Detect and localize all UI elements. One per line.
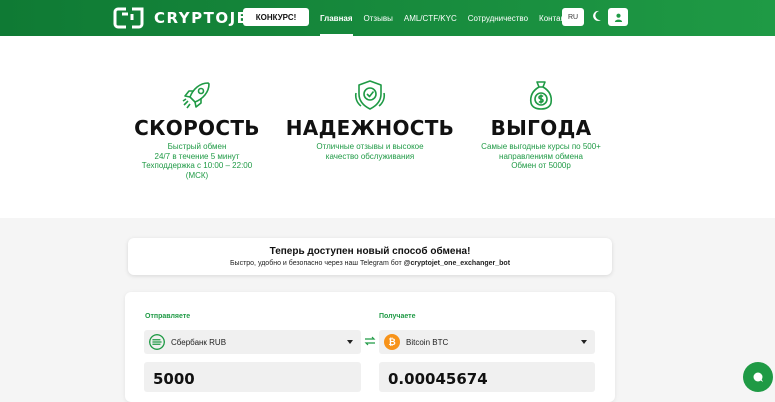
logo-mark-icon bbox=[113, 7, 144, 29]
chevron-down-icon bbox=[581, 340, 587, 344]
shield-check-icon bbox=[354, 80, 386, 110]
send-amount-input[interactable]: 5000 bbox=[144, 362, 361, 392]
nav-item-aml[interactable]: AML/CTF/KYC bbox=[404, 0, 457, 36]
money-bag-icon bbox=[529, 81, 553, 110]
chat-icon bbox=[753, 372, 763, 382]
nav-item-home[interactable]: Главная bbox=[320, 0, 353, 36]
top-navbar: CRYPTOJET КОНКУРС! Главная Отзывы AML/CT… bbox=[0, 0, 775, 36]
banner-title: Теперь доступен новый способ обмена! bbox=[269, 246, 471, 257]
feature-title: СКОРОСТЬ bbox=[134, 116, 260, 140]
banner-subtitle: Быстро, удобно и безопасно через наш Tel… bbox=[128, 260, 612, 267]
nav-item-reviews[interactable]: Отзывы bbox=[364, 0, 393, 36]
nav-item-partnership[interactable]: Сотрудничество bbox=[468, 0, 528, 36]
receive-label: Получаете bbox=[379, 313, 416, 320]
feature-profit: ВЫГОДА Самые выгодные курсы по 500+ напр… bbox=[466, 78, 616, 171]
send-label: Отправляете bbox=[145, 313, 191, 320]
telegram-bot-link[interactable]: @cryptojet_one_exchanger_bot bbox=[404, 260, 510, 267]
feature-speed: СКОРОСТЬ Быстрый обмен 24/7 в течение 5 … bbox=[122, 78, 272, 180]
moon-icon[interactable] bbox=[592, 10, 602, 22]
rocket-icon bbox=[182, 82, 210, 109]
bitcoin-icon: ₿ bbox=[384, 334, 400, 350]
language-selector[interactable]: RU bbox=[562, 8, 584, 26]
feature-description: Самые выгодные курсы по 500+ направления… bbox=[481, 142, 601, 170]
receive-currency-select[interactable]: ₿ Bitcoin BTC bbox=[379, 330, 595, 354]
feature-title: НАДЕЖНОСТЬ bbox=[285, 116, 455, 140]
feature-description: Отличные отзывы и высокое качество обслу… bbox=[316, 142, 424, 161]
feature-reliability: НАДЕЖНОСТЬ Отличные отзывы и высокое кач… bbox=[285, 78, 455, 161]
feature-description: Быстрый обмен 24/7 в течение 5 минут Тех… bbox=[141, 142, 253, 180]
sberbank-icon bbox=[149, 334, 165, 350]
banner-subtitle-text: Быстро, удобно и безопасно через наш Tel… bbox=[229, 260, 404, 267]
main-nav: Главная Отзывы AML/CTF/KYC Сотрудничеств… bbox=[320, 0, 585, 36]
swap-icon[interactable] bbox=[364, 336, 376, 346]
contest-button[interactable]: КОНКУРС! bbox=[243, 8, 309, 26]
send-currency-label: Сбербанк RUB bbox=[171, 337, 227, 347]
chat-widget-button[interactable] bbox=[743, 362, 773, 392]
user-button[interactable] bbox=[608, 8, 628, 26]
receive-amount-input[interactable]: 0.00045674 bbox=[379, 362, 595, 392]
feature-title: ВЫГОДА bbox=[490, 116, 592, 140]
chevron-down-icon bbox=[347, 340, 353, 344]
logo[interactable]: CRYPTOJET bbox=[112, 6, 260, 30]
send-currency-select[interactable]: Сбербанк RUB bbox=[144, 330, 361, 354]
user-icon bbox=[614, 13, 622, 22]
receive-currency-label: Bitcoin BTC bbox=[406, 337, 449, 347]
telegram-banner: Теперь доступен новый способ обмена! Быс… bbox=[128, 238, 612, 275]
